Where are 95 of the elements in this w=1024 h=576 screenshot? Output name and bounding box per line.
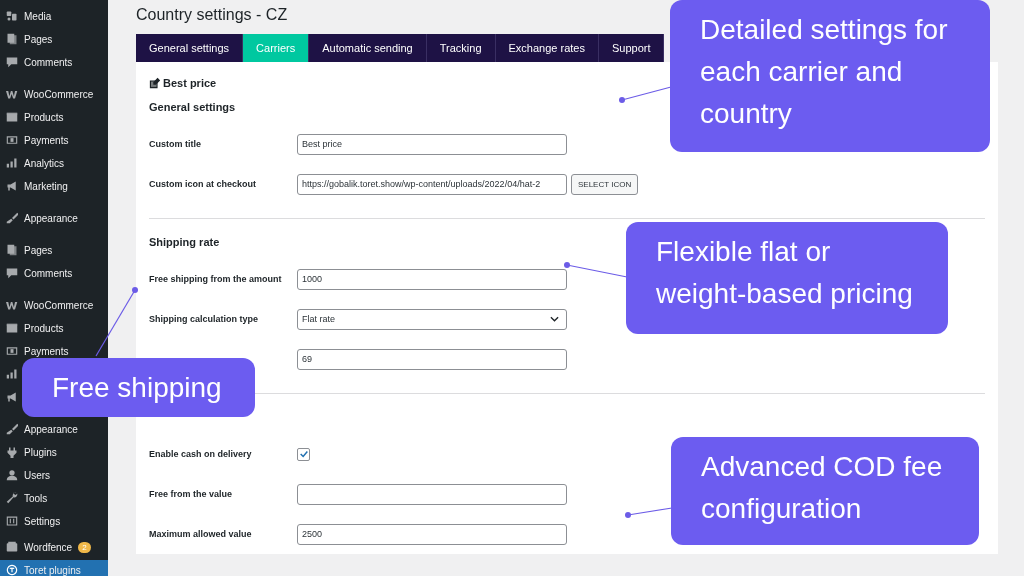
dollar-icon [6,345,18,357]
speech-bubble-icon [6,267,18,279]
callout-box: Free shipping [22,358,255,417]
sidebar-label: Pages [24,244,53,256]
sidebar-label: Payments [24,134,69,146]
sidebar-label: Appearance [24,212,78,224]
megaphone-icon [6,180,18,192]
speech-bubble-icon [6,56,18,68]
sidebar-item[interactable]: Pages [0,240,108,260]
brush-icon [6,423,18,435]
sidebar-label: Media [24,10,52,22]
sidebar-item[interactable]: Payments [0,130,108,150]
plug-icon [6,446,18,458]
sidebar-item[interactable]: Plugins [0,442,108,462]
dollar-icon [6,134,18,146]
sidebar-label: Settings [24,515,61,527]
sidebar-label: Users [24,469,51,481]
sidebar-item[interactable]: Payments [0,341,108,361]
input-field[interactable]: 2500 [297,523,567,545]
sidebar-label: Analytics [24,157,64,169]
sidebar-item[interactable]: Users [0,465,108,485]
sidebar-label: Products [24,322,64,334]
callout-box: Advanced COD fee configuration [671,437,979,545]
sidebar-label: WooCommerce [24,299,94,311]
input-field[interactable]: Best price [297,133,567,155]
sidebar-label: Marketing [24,180,68,192]
bar-chart-icon [6,157,18,169]
sidebar-item[interactable]: Comments [0,263,108,283]
sidebar-label: Comments [24,56,73,68]
circle-t-icon [6,564,18,576]
leader-line [619,86,672,103]
sidebar-item[interactable]: Analytics [0,153,108,173]
input-field[interactable] [297,483,567,505]
sliders-icon [6,515,18,527]
sidebar-item[interactable]: Comments [0,52,108,72]
carrier-title: Best price [163,77,217,89]
section-heading: General settings [149,100,236,115]
sidebar-item[interactable]: Appearance [0,208,108,228]
field-label: Custom icon at checkout [149,179,257,189]
callout-box: Flexible flat or weight-based pricing [626,222,948,334]
field-label: Enable cash on delivery [149,449,253,459]
pages-icon [6,244,18,256]
sidebar-label: Wordfence [24,541,73,553]
leader-line [564,262,628,278]
sidebar-item[interactable]: Settings [0,511,108,531]
w-logo-icon [6,299,18,311]
dropdown[interactable]: Flat rate [297,308,567,330]
input-field[interactable]: 1000 [297,268,567,290]
sidebar-label: Appearance [24,423,78,435]
sidebar-item[interactable]: Pages [0,29,108,49]
field-label: Maximum allowed value [149,529,253,539]
field-label: Free shipping from the amount [149,274,283,284]
sidebar-item[interactable]: Products [0,318,108,338]
field-label: Free from the value [149,489,234,499]
input-field[interactable]: https://gobalik.toret.show/wp-content/uploads/2022/04/hat-2 [297,173,567,195]
sidebar-item[interactable]: Media [0,6,108,26]
sidebar-label: Comments [24,267,73,279]
checkbox[interactable] [297,447,310,461]
select-icon-button[interactable]: SELECT ICON [571,173,639,195]
leader-line [95,287,138,357]
media-icon [6,10,18,22]
chevron-down-icon [550,316,559,322]
box-icon [6,322,18,334]
sidebar-item[interactable]: WooCommerce [0,84,108,104]
sidebar-label: Pages [24,33,53,45]
user-icon [6,469,18,481]
box-icon [6,111,18,123]
pages-icon [6,33,18,45]
leader-line [625,507,673,518]
sidebar-item[interactable]: Products [0,107,108,127]
callout-box: Detailed settings for each carrier and country [670,0,990,152]
field-label: Shipping calculation type [149,314,259,324]
sidebar-label: Toret plugins [24,564,81,576]
page-title: Country settings - CZ [136,6,289,24]
sidebar-label: Payments [24,345,69,357]
count-badge: 2 [78,541,91,553]
sidebar-label: Plugins [24,446,57,458]
sidebar-item[interactable]: Marketing [0,176,108,196]
edit-note-icon [149,77,161,89]
sidebar-item[interactable]: Wordfence 2 [0,537,108,557]
sidebar-label: Tools [24,492,48,504]
field-label: Custom title [149,139,202,149]
brush-icon [6,212,18,224]
sidebar-label: Products [24,111,64,123]
sidebar-item[interactable]: Appearance [0,419,108,439]
sidebar-label: WooCommerce [24,88,94,100]
bar-chart-icon[interactable] [6,368,18,380]
input-field[interactable]: 69 [297,348,567,370]
wrench-icon [6,492,18,504]
w-logo-icon [6,88,18,100]
megaphone-icon[interactable] [6,391,18,403]
sidebar-item[interactable]: WooCommerce [0,295,108,315]
sidebar-item[interactable]: Toret plugins [0,560,108,576]
section-heading: Shipping rate [149,235,220,250]
sidebar-item[interactable]: Tools [0,488,108,508]
